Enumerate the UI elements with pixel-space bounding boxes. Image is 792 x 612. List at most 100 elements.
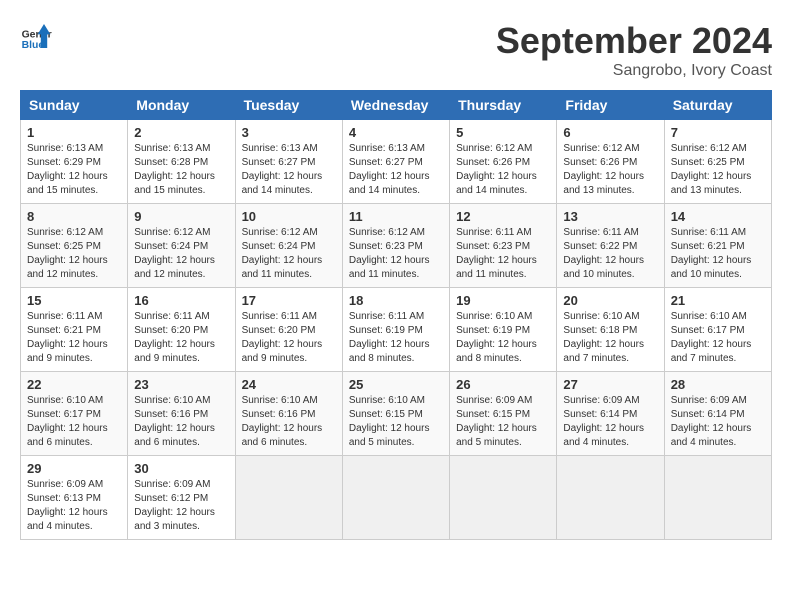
day-info: Sunrise: 6:09 AM Sunset: 6:15 PM Dayligh… xyxy=(456,394,550,450)
calendar-cell xyxy=(235,456,342,540)
calendar-cell xyxy=(450,456,557,540)
calendar-week-4: 22Sunrise: 6:10 AM Sunset: 6:17 PM Dayli… xyxy=(21,372,772,456)
day-number: 7 xyxy=(671,125,765,140)
day-info: Sunrise: 6:12 AM Sunset: 6:24 PM Dayligh… xyxy=(134,226,228,282)
day-info: Sunrise: 6:11 AM Sunset: 6:20 PM Dayligh… xyxy=(134,310,228,366)
calendar-cell: 2 Sunrise: 6:13 AM Sunset: 6:28 PM Daylig… xyxy=(128,120,235,204)
day-number: 19 xyxy=(456,293,550,308)
day-number: 27 xyxy=(563,377,657,392)
calendar-cell: 22Sunrise: 6:10 AM Sunset: 6:17 PM Dayli… xyxy=(21,372,128,456)
weekday-header-tuesday: Tuesday xyxy=(235,91,342,120)
calendar-cell: 5 Sunrise: 6:12 AM Sunset: 6:26 PM Daylig… xyxy=(450,120,557,204)
day-number: 3 xyxy=(242,125,336,140)
calendar-cell: 17 Sunrise: 6:11 AM Sunset: 6:20 PM Dayli… xyxy=(235,288,342,372)
day-info: Sunrise: 6:11 AM Sunset: 6:21 PM Dayligh… xyxy=(671,226,765,282)
day-info: Sunrise: 6:10 AM Sunset: 6:18 PM Dayligh… xyxy=(563,310,657,366)
day-info: Sunrise: 6:09 AM Sunset: 6:14 PM Dayligh… xyxy=(671,394,765,450)
title-block: September 2024 Sangrobo, Ivory Coast xyxy=(496,20,772,80)
day-number: 16 xyxy=(134,293,228,308)
calendar-cell: 6Sunrise: 6:12 AM Sunset: 6:26 PM Daylig… xyxy=(557,120,664,204)
day-number: 5 xyxy=(456,125,550,140)
day-info: Sunrise: 6:12 AM Sunset: 6:26 PM Dayligh… xyxy=(456,142,550,198)
day-number: 14 xyxy=(671,209,765,224)
day-info: Sunrise: 6:10 AM Sunset: 6:16 PM Dayligh… xyxy=(134,394,228,450)
day-info: Sunrise: 6:09 AM Sunset: 6:13 PM Dayligh… xyxy=(27,478,121,534)
day-number: 18 xyxy=(349,293,443,308)
day-info: Sunrise: 6:11 AM Sunset: 6:20 PM Dayligh… xyxy=(242,310,336,366)
day-number: 17 xyxy=(242,293,336,308)
logo: General Blue xyxy=(20,20,52,52)
calendar-cell xyxy=(342,456,449,540)
calendar-cell: 14 Sunrise: 6:11 AM Sunset: 6:21 PM Dayli… xyxy=(664,204,771,288)
calendar-cell: 16 Sunrise: 6:11 AM Sunset: 6:20 PM Dayli… xyxy=(128,288,235,372)
day-info: Sunrise: 6:09 AM Sunset: 6:14 PM Dayligh… xyxy=(563,394,657,450)
day-number: 8 xyxy=(27,209,121,224)
weekday-header-friday: Friday xyxy=(557,91,664,120)
day-info: Sunrise: 6:10 AM Sunset: 6:16 PM Dayligh… xyxy=(242,394,336,450)
weekday-header-wednesday: Wednesday xyxy=(342,91,449,120)
day-info: Sunrise: 6:13 AM Sunset: 6:28 PM Dayligh… xyxy=(134,142,228,198)
calendar-cell: 7Sunrise: 6:12 AM Sunset: 6:25 PM Daylig… xyxy=(664,120,771,204)
calendar-week-2: 8 Sunrise: 6:12 AM Sunset: 6:25 PM Daylig… xyxy=(21,204,772,288)
calendar-week-5: 29 Sunrise: 6:09 AM Sunset: 6:13 PM Dayli… xyxy=(21,456,772,540)
day-number: 1 xyxy=(27,125,121,140)
day-info: Sunrise: 6:10 AM Sunset: 6:15 PM Dayligh… xyxy=(349,394,443,450)
calendar-cell: 12 Sunrise: 6:11 AM Sunset: 6:23 PM Dayli… xyxy=(450,204,557,288)
weekday-header-saturday: Saturday xyxy=(664,91,771,120)
day-number: 28 xyxy=(671,377,765,392)
day-info: Sunrise: 6:13 AM Sunset: 6:29 PM Dayligh… xyxy=(27,142,121,198)
calendar-cell: 28 Sunrise: 6:09 AM Sunset: 6:14 PM Dayli… xyxy=(664,372,771,456)
weekday-header-monday: Monday xyxy=(128,91,235,120)
day-number: 12 xyxy=(456,209,550,224)
calendar-cell: 10 Sunrise: 6:12 AM Sunset: 6:24 PM Dayli… xyxy=(235,204,342,288)
calendar-cell: 25Sunrise: 6:10 AM Sunset: 6:15 PM Dayli… xyxy=(342,372,449,456)
logo-icon: General Blue xyxy=(20,20,52,52)
calendar-cell: 1 Sunrise: 6:13 AM Sunset: 6:29 PM Daylig… xyxy=(21,120,128,204)
calendar-cell: 24 Sunrise: 6:10 AM Sunset: 6:16 PM Dayli… xyxy=(235,372,342,456)
page-header: General Blue September 2024 Sangrobo, Iv… xyxy=(20,20,772,80)
day-info: Sunrise: 6:13 AM Sunset: 6:27 PM Dayligh… xyxy=(242,142,336,198)
weekday-header-sunday: Sunday xyxy=(21,91,128,120)
day-info: Sunrise: 6:11 AM Sunset: 6:23 PM Dayligh… xyxy=(456,226,550,282)
day-number: 20 xyxy=(563,293,657,308)
day-number: 29 xyxy=(27,461,121,476)
day-info: Sunrise: 6:11 AM Sunset: 6:22 PM Dayligh… xyxy=(563,226,657,282)
calendar-cell: 4 Sunrise: 6:13 AM Sunset: 6:27 PM Daylig… xyxy=(342,120,449,204)
day-number: 23 xyxy=(134,377,228,392)
day-number: 21 xyxy=(671,293,765,308)
calendar-cell xyxy=(664,456,771,540)
calendar-cell: 3 Sunrise: 6:13 AM Sunset: 6:27 PM Daylig… xyxy=(235,120,342,204)
calendar-cell xyxy=(557,456,664,540)
day-info: Sunrise: 6:11 AM Sunset: 6:19 PM Dayligh… xyxy=(349,310,443,366)
day-info: Sunrise: 6:12 AM Sunset: 6:26 PM Dayligh… xyxy=(563,142,657,198)
day-info: Sunrise: 6:12 AM Sunset: 6:24 PM Dayligh… xyxy=(242,226,336,282)
day-number: 2 xyxy=(134,125,228,140)
day-number: 4 xyxy=(349,125,443,140)
calendar-cell: 26 Sunrise: 6:09 AM Sunset: 6:15 PM Dayli… xyxy=(450,372,557,456)
day-info: Sunrise: 6:13 AM Sunset: 6:27 PM Dayligh… xyxy=(349,142,443,198)
calendar-cell: 23 Sunrise: 6:10 AM Sunset: 6:16 PM Dayli… xyxy=(128,372,235,456)
calendar-cell: 19Sunrise: 6:10 AM Sunset: 6:19 PM Dayli… xyxy=(450,288,557,372)
calendar-cell: 11Sunrise: 6:12 AM Sunset: 6:23 PM Dayli… xyxy=(342,204,449,288)
location-subtitle: Sangrobo, Ivory Coast xyxy=(496,62,772,80)
calendar-cell: 20 Sunrise: 6:10 AM Sunset: 6:18 PM Dayli… xyxy=(557,288,664,372)
day-number: 10 xyxy=(242,209,336,224)
calendar-cell: 21Sunrise: 6:10 AM Sunset: 6:17 PM Dayli… xyxy=(664,288,771,372)
day-info: Sunrise: 6:12 AM Sunset: 6:25 PM Dayligh… xyxy=(27,226,121,282)
weekday-header-thursday: Thursday xyxy=(450,91,557,120)
day-number: 24 xyxy=(242,377,336,392)
calendar-table: SundayMondayTuesdayWednesdayThursdayFrid… xyxy=(20,90,772,540)
calendar-cell: 27 Sunrise: 6:09 AM Sunset: 6:14 PM Dayli… xyxy=(557,372,664,456)
day-number: 26 xyxy=(456,377,550,392)
day-number: 15 xyxy=(27,293,121,308)
calendar-cell: 13 Sunrise: 6:11 AM Sunset: 6:22 PM Dayli… xyxy=(557,204,664,288)
day-info: Sunrise: 6:09 AM Sunset: 6:12 PM Dayligh… xyxy=(134,478,228,534)
calendar-week-1: 1 Sunrise: 6:13 AM Sunset: 6:29 PM Daylig… xyxy=(21,120,772,204)
month-title: September 2024 xyxy=(496,20,772,62)
day-info: Sunrise: 6:10 AM Sunset: 6:17 PM Dayligh… xyxy=(27,394,121,450)
calendar-cell: 18 Sunrise: 6:11 AM Sunset: 6:19 PM Dayli… xyxy=(342,288,449,372)
day-number: 13 xyxy=(563,209,657,224)
day-number: 11 xyxy=(349,209,443,224)
day-info: Sunrise: 6:11 AM Sunset: 6:21 PM Dayligh… xyxy=(27,310,121,366)
calendar-cell: 8 Sunrise: 6:12 AM Sunset: 6:25 PM Daylig… xyxy=(21,204,128,288)
